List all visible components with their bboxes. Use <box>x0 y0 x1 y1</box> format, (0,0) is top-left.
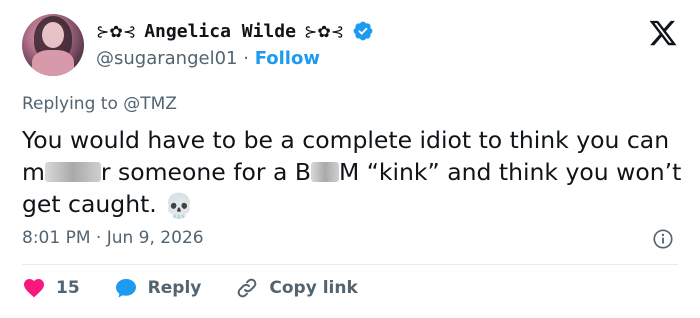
censored-word <box>44 162 101 182</box>
info-icon[interactable] <box>652 228 674 250</box>
display-name[interactable]: Angelica Wilde <box>144 21 296 42</box>
like-count: 15 <box>56 278 80 298</box>
meta-separator: · <box>95 228 102 248</box>
heart-icon <box>24 279 44 298</box>
tweet-date: Jun 9, 2026 <box>106 228 204 248</box>
handle-row: @sugarangel01 · Follow <box>96 48 320 69</box>
follow-button[interactable]: Follow <box>255 48 320 69</box>
speech-bubble-icon <box>115 279 136 298</box>
x-logo-icon[interactable] <box>648 18 678 48</box>
censored-word <box>310 162 339 182</box>
author-handle[interactable]: @sugarangel01 <box>96 48 238 69</box>
like-button[interactable]: 15 <box>22 276 80 300</box>
replying-target[interactable]: @TMZ <box>123 94 177 114</box>
skull-emoji-icon: 💀 <box>164 192 195 220</box>
reply-button[interactable]: Reply <box>114 276 202 300</box>
tweet-segment-2: r someone for a B <box>100 158 311 186</box>
avatar-face <box>42 22 64 48</box>
action-bar: 15 Reply Copy link <box>22 276 392 300</box>
divider <box>22 264 678 265</box>
tweet-text: You would have to be a complete idiot to… <box>22 124 682 222</box>
name-decoration-right: ⊱✿⊰ <box>303 21 345 41</box>
replying-to: Replying to @TMZ <box>22 94 177 114</box>
handle-separator: · <box>243 48 249 69</box>
tweet-timestamp[interactable]: 8:01 PM · Jun 9, 2026 <box>22 228 204 248</box>
tweet-time: 8:01 PM <box>22 228 91 248</box>
copy-link-button[interactable]: Copy link <box>235 276 358 300</box>
author-name-row[interactable]: ⊱✿⊰ Angelica Wilde ⊱✿⊰ <box>96 20 374 42</box>
replying-label: Replying to <box>22 94 118 114</box>
link-icon <box>238 278 257 298</box>
avatar-body <box>32 50 74 76</box>
reply-label: Reply <box>147 278 202 298</box>
verified-badge-icon <box>353 21 373 41</box>
name-decoration-left: ⊱✿⊰ <box>96 21 137 41</box>
copy-link-label: Copy link <box>269 278 358 298</box>
avatar[interactable] <box>22 14 84 76</box>
